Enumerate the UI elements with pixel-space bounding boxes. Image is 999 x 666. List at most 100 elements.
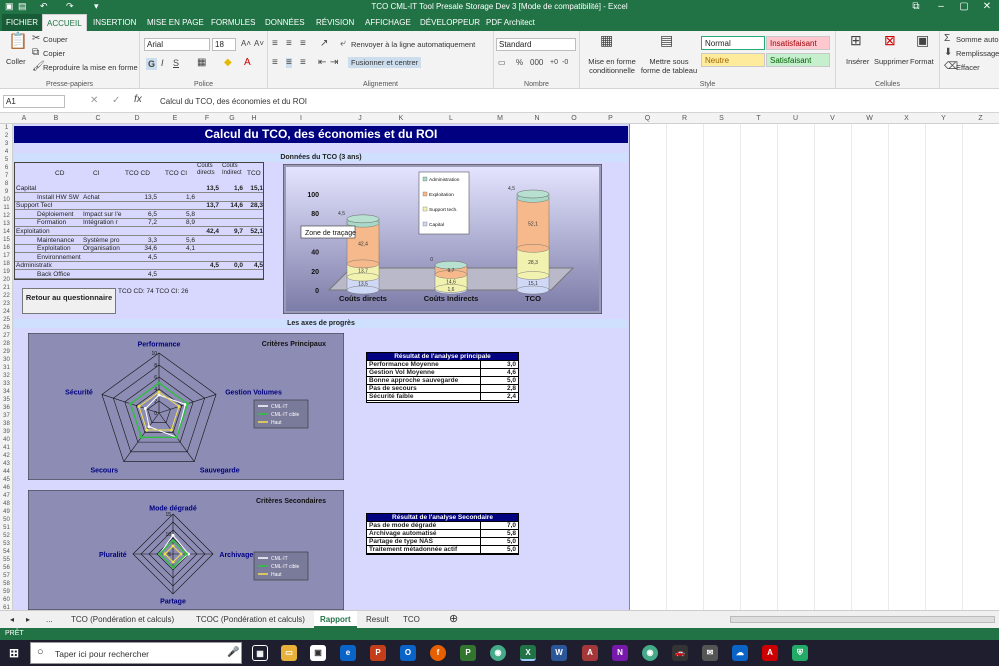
onenote-icon[interactable]: N [612,645,628,661]
table-cell[interactable]: 5,6 [161,237,195,244]
wrap-text-icon[interactable]: ⤶ [340,39,346,49]
col-header[interactable]: A [14,113,34,124]
row-header[interactable]: 60 [0,596,12,604]
table-cell[interactable]: 15,1 [245,185,263,192]
style-normal[interactable]: Normal [701,36,765,50]
row-header[interactable]: 3 [0,140,12,148]
col-header[interactable]: X [888,113,925,124]
delete-cells-button[interactable]: Supprimer [874,57,909,66]
row-header[interactable]: 9 [0,188,12,196]
row-header[interactable]: 32 [0,372,12,380]
align-bottom-icon[interactable]: ≡ [300,39,306,49]
windows-icon[interactable]: ⊞ [6,645,22,661]
grow-font-icon[interactable]: A˄ [241,39,251,49]
row-header[interactable]: 57 [0,572,12,580]
formula-input[interactable]: Calcul du TCO, des économies et du ROI [160,97,307,106]
delete-cells-icon[interactable]: ⊠ [884,33,896,47]
row-header[interactable]: 49 [0,508,12,516]
table-cell[interactable]: Organisation [83,245,123,252]
decrease-indent-icon[interactable]: ⇤ [318,58,326,68]
row-header[interactable]: 20 [0,276,12,284]
row-header[interactable]: 53 [0,540,12,548]
row-header[interactable]: 17 [0,252,12,260]
col-header[interactable]: L [420,113,482,124]
row-header[interactable]: 47 [0,492,12,500]
row-header[interactable]: 59 [0,588,12,596]
row-header[interactable]: 42 [0,452,12,460]
access-icon[interactable]: A [582,645,598,661]
col-header[interactable]: I [264,113,338,124]
excel-icon[interactable]: X [520,645,536,661]
borders-icon[interactable]: ▦ [197,58,206,68]
row-header[interactable]: 19 [0,268,12,276]
col-header[interactable]: N [518,113,556,124]
number-format-select[interactable]: Standard [496,38,576,51]
powerpoint-icon[interactable]: P [370,645,386,661]
col-header[interactable]: S [703,113,740,124]
row-header[interactable]: 41 [0,444,12,452]
table-cell[interactable]: Exploitation [16,228,52,235]
sheet-title-banner[interactable]: Calcul du TCO, des économies et du ROI [14,126,628,143]
decrease-decimal-icon[interactable]: -0 [562,58,568,68]
sheet-tab-tco[interactable]: TCO (Pondération et calculs) [65,611,180,628]
table-cell[interactable]: 1,6 [221,185,243,192]
font-size-select[interactable]: 18 [212,38,236,51]
tab-pdf-architect[interactable]: PDF Architect [482,14,539,31]
row-header[interactable]: 12 [0,212,12,220]
row-header[interactable]: 7 [0,172,12,180]
table-cell[interactable]: 52,1 [245,228,263,235]
table-cell[interactable]: Environnement [37,254,93,261]
align-right-icon[interactable]: ≡ [300,58,306,68]
table-cell[interactable]: Capital [16,185,52,192]
row-header[interactable]: 43 [0,460,12,468]
style-good[interactable]: Satisfaisant [766,53,830,67]
font-color-icon[interactable]: A [244,58,251,68]
col-header[interactable]: U [777,113,814,124]
shield-icon[interactable]: ⛨ [792,645,808,661]
col-header[interactable]: D [118,113,156,124]
restore-ribbon-icon[interactable]: ⧉ [905,0,927,14]
row-header[interactable]: 38 [0,420,12,428]
minimize-icon[interactable]: – [930,0,952,14]
font-name-select[interactable]: Arial [144,38,210,51]
row-header[interactable]: 25 [0,316,12,324]
table-cell[interactable]: 3,3 [123,237,157,244]
maximize-icon[interactable]: ▢ [953,0,975,14]
row-header[interactable]: 4 [0,148,12,156]
merge-center-button[interactable]: Fusionner et centrer [348,57,422,68]
row-header[interactable]: 29 [0,348,12,356]
sheet-tab-result[interactable]: Result [360,611,395,628]
primary-criteria-radar[interactable]: Critères Principaux Performance Gestion Vo… [28,333,344,480]
close-icon[interactable]: ✕ [976,0,998,14]
format-table-button[interactable]: Mettre sous forme de tableau [640,57,698,75]
return-questionnaire-button[interactable]: Retour au questionnaire [22,288,116,314]
bold-icon[interactable]: G [146,58,158,70]
search-box[interactable]: ○ Taper ici pour rechercher 🎤 [30,642,242,664]
row-header[interactable]: 1 [0,124,12,132]
col-header[interactable]: Q [629,113,666,124]
table-cell[interactable]: 4,1 [161,245,195,252]
insert-cells-button[interactable]: Insérer [846,57,869,66]
tab-data[interactable]: DONNÉES [261,14,309,31]
copy-icon[interactable]: ⧉ [32,48,39,58]
format-cells-button[interactable]: Format [910,57,934,66]
row-header[interactable]: 30 [0,356,12,364]
table-cell[interactable]: 9,7 [221,228,243,235]
cut-button[interactable]: Couper [43,35,68,44]
sheet-tab-rapport[interactable]: Rapport [314,611,357,628]
col-header[interactable]: J [338,113,382,124]
add-sheet-icon[interactable]: ⊕ [443,611,464,628]
row-header[interactable]: 33 [0,380,12,388]
table-cell[interactable]: Administration [16,262,52,269]
horizontal-scrollbar[interactable] [730,616,995,623]
table-cell[interactable]: Support Technique [16,202,52,209]
col-header[interactable]: F [194,113,220,124]
row-header[interactable]: 27 [0,332,12,340]
table-cell[interactable]: 42,4 [197,228,219,235]
style-bad[interactable]: Insatisfaisant [766,36,830,50]
align-center-icon[interactable]: ≡ [286,58,292,68]
col-header[interactable]: T [740,113,777,124]
firefox-icon[interactable]: f [430,645,446,661]
format-painter-button[interactable]: Reproduire la mise en forme [43,63,138,72]
fill-icon[interactable]: ⬇ [944,48,952,58]
